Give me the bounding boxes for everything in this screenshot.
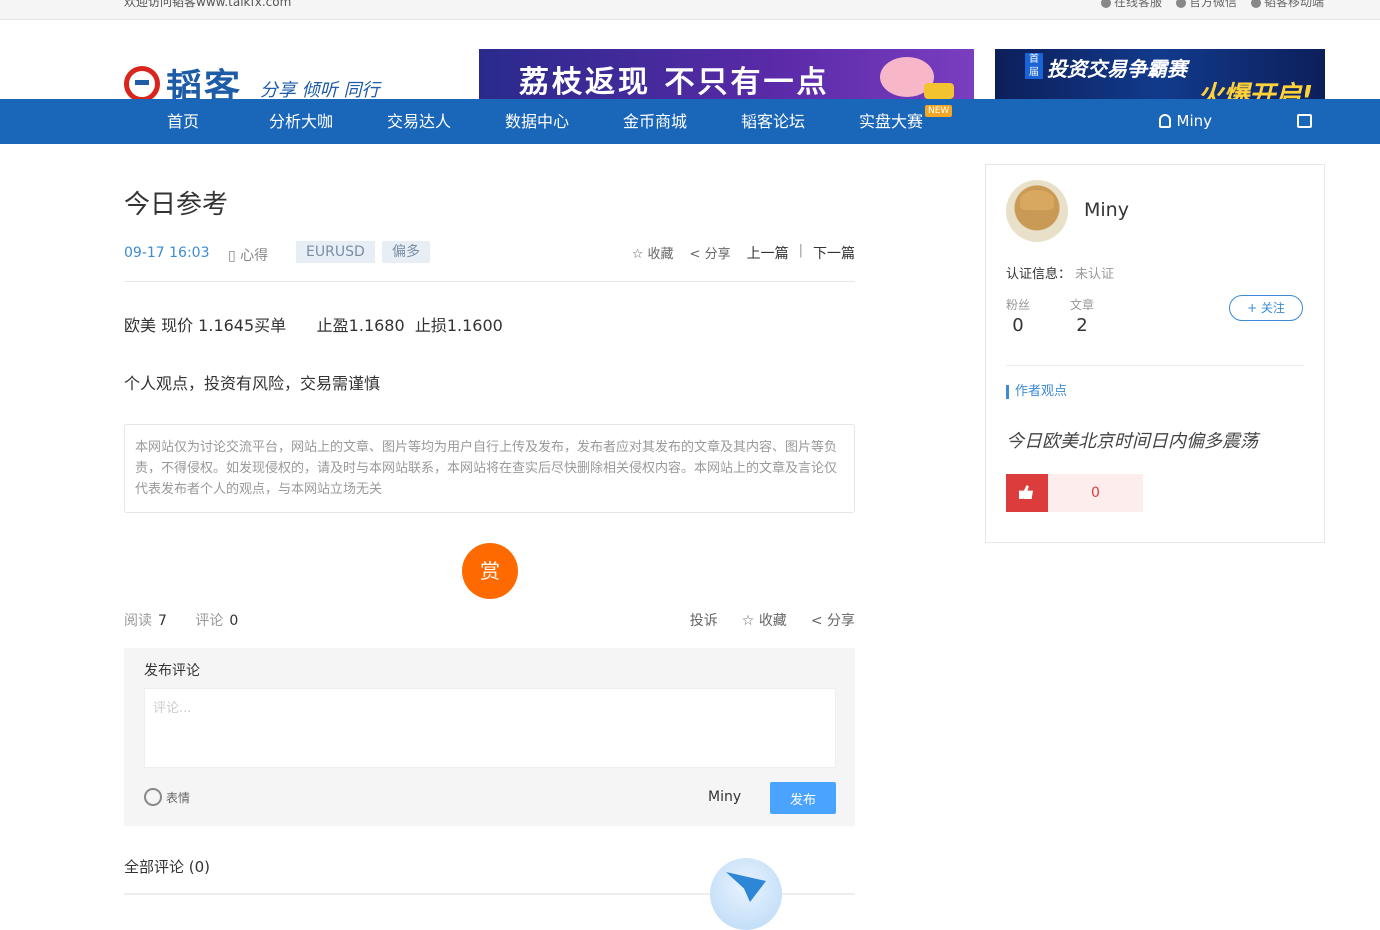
banner2-line1: 投资交易争霸赛 <box>1047 57 1187 81</box>
android-icon <box>1250 0 1261 8</box>
prev-article-link[interactable]: 上一篇 <box>747 243 789 263</box>
nav-username: Miny <box>1176 112 1213 130</box>
nav-item-data-center[interactable]: 数据中心 <box>478 99 596 144</box>
articles-stat: 文章 2 <box>1070 298 1095 336</box>
tag-eurusd[interactable]: EURUSD <box>296 241 375 263</box>
comment-label: 评论 <box>195 613 224 629</box>
top-link-mobile[interactable]: 韬客移动端 <box>1250 0 1324 10</box>
avatar[interactable] <box>1006 180 1068 242</box>
report-button[interactable]: 投诉 <box>690 610 718 630</box>
disclaimer-box: 本网站仅为讨论交流平台，网站上的文章、图片等均为用户自行上传及发布，发布者应对其… <box>124 424 855 513</box>
article-title: 今日参考 <box>124 190 229 220</box>
thumbs-up-icon[interactable] <box>1006 474 1048 512</box>
main-nav: 首页 分析大咖 交易达人 数据中心 金币商城 韬客论坛 实盘大赛 NEW Min… <box>0 99 1380 144</box>
top-bar: 欢迎访问韬客www.talkfx.com 在线客服 官方微信 韬客移动端 <box>0 0 1380 20</box>
user-icon <box>1158 114 1171 128</box>
smiley-icon <box>144 788 162 806</box>
share-icon: < <box>689 247 701 262</box>
article-paragraph-2: 个人观点，投资有风险，交易需谨慎 <box>124 374 381 393</box>
author-views-heading: 作者观点 <box>1006 385 1067 399</box>
comment-username: Miny <box>708 789 742 805</box>
collect-button-bottom[interactable]: ☆ 收藏 <box>742 610 787 630</box>
new-badge: NEW <box>925 105 953 117</box>
nav-item-home[interactable]: 首页 <box>124 99 242 144</box>
headset-icon <box>1100 0 1111 8</box>
share-button[interactable]: < 分享 <box>690 243 731 263</box>
nav-user[interactable]: Miny <box>1158 99 1213 144</box>
divider: | <box>798 243 803 258</box>
nav-item-traders[interactable]: 交易达人 <box>360 99 478 144</box>
star-icon: ☆ <box>631 247 644 262</box>
article-date: 09-17 16:03 <box>124 245 210 261</box>
banner2-tag: 首届 <box>1025 53 1043 79</box>
author-name[interactable]: Miny <box>1084 199 1129 221</box>
logo-mark-icon <box>124 66 160 102</box>
article-meta: 09-17 16:03 ▯ 心得 EURUSD 偏多 ☆ 收藏 < 分享 上一篇… <box>124 241 855 282</box>
comment-count: 0 <box>229 613 239 629</box>
article-category[interactable]: ▯ 心得 <box>228 245 268 265</box>
comment-form: 发布评论 表情 Miny 发布 <box>124 648 855 826</box>
welcome-text: 欢迎访问韬客www.talkfx.com <box>124 0 292 9</box>
all-comments-heading: 全部评论 (0) <box>124 858 211 876</box>
comment-form-label: 发布评论 <box>144 663 200 679</box>
wechat-icon <box>1175 0 1186 8</box>
reward-button[interactable]: 赏 <box>462 543 518 599</box>
coins-icon <box>924 83 954 99</box>
author-view-text: 今日欧美北京时间日内偏多震荡 <box>1006 431 1258 452</box>
author-sidebar: Miny 认证信息： 未认证 粉丝 0 文章 2 + 关注 作者观点 今日欧美北京… <box>985 164 1325 543</box>
like-count: 0 <box>1091 485 1100 501</box>
article-paragraph-1: 欧美 现价 1.1645买单 止盈1.1680 止损1.1600 <box>124 316 503 335</box>
next-article-link[interactable]: 下一篇 <box>813 243 855 263</box>
bottom-actions: 投诉 ☆ 收藏 < 分享 <box>690 610 855 630</box>
like-widget[interactable]: 0 <box>1006 474 1143 512</box>
nav-item-forum[interactable]: 韬客论坛 <box>714 99 832 144</box>
top-link-wechat[interactable]: 官方微信 <box>1175 0 1237 10</box>
top-link-service[interactable]: 在线客服 <box>1100 0 1162 10</box>
nav-item-coin-mall[interactable]: 金币商城 <box>596 99 714 144</box>
emoji-button[interactable]: 表情 <box>144 788 190 806</box>
follow-button[interactable]: + 关注 <box>1229 295 1303 321</box>
divider <box>1006 365 1304 366</box>
top-links: 在线客服 官方微信 韬客移动端 <box>1100 0 1324 10</box>
comment-input[interactable] <box>144 688 836 768</box>
star-icon: ☆ <box>741 613 755 629</box>
nav-item-analysts[interactable]: 分析大咖 <box>242 99 360 144</box>
publish-button[interactable]: 发布 <box>770 782 836 814</box>
share-button-bottom[interactable]: < 分享 <box>811 610 855 630</box>
site-header: 韬客 分享 倾听 同行 荔枝返现 不只有一点 首届 投资交易争霸赛 火爆开启! <box>0 20 1380 109</box>
tag-bullish[interactable]: 偏多 <box>382 241 430 263</box>
share-icon: < <box>810 613 823 629</box>
banner1-text: 荔枝返现 不只有一点 <box>519 65 830 100</box>
edit-icon[interactable] <box>1297 114 1312 128</box>
fans-stat: 粉丝 0 <box>1006 298 1031 336</box>
article-stats: 阅读 7 评论 0 投诉 ☆ 收藏 < 分享 <box>124 610 855 630</box>
collect-button[interactable]: ☆ 收藏 <box>632 243 674 263</box>
bird-icon[interactable] <box>710 858 782 930</box>
read-label: 阅读 <box>124 613 152 629</box>
article-main: 今日参考 09-17 16:03 ▯ 心得 EURUSD 偏多 ☆ 收藏 < 分… <box>124 164 855 930</box>
cert-info: 认证信息： 未认证 <box>1006 267 1115 282</box>
article-actions: ☆ 收藏 < 分享 上一篇 | 下一篇 <box>632 243 855 263</box>
read-count: 7 <box>158 613 167 629</box>
